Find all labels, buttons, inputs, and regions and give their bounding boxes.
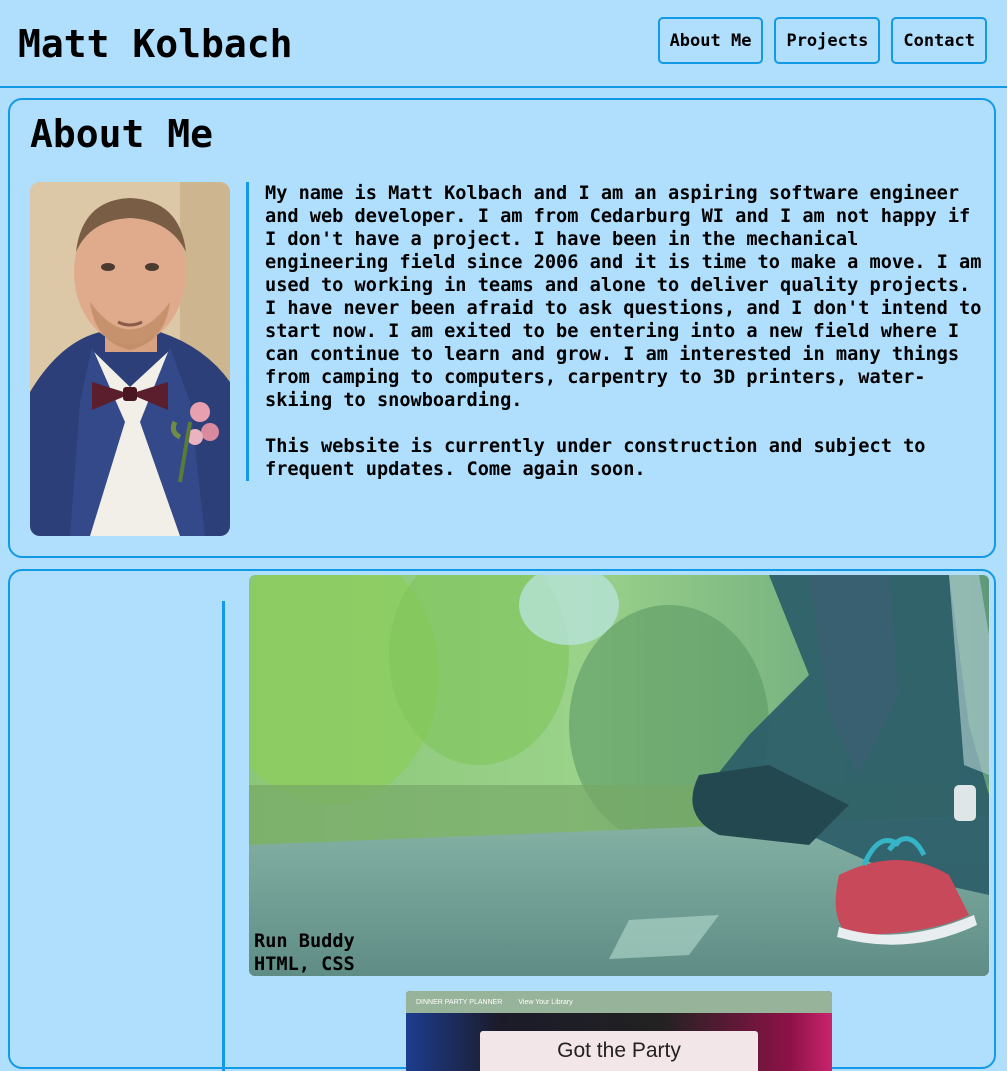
profile-photo-illustration bbox=[30, 182, 230, 536]
dinner-party-navbar: DINNER PARTY PLANNER View Your Library bbox=[406, 991, 832, 1013]
dinner-party-nav-link: View Your Library bbox=[518, 998, 573, 1006]
projects-section: Run Buddy HTML, CSS DINNER PARTY PLANNER… bbox=[8, 569, 996, 1071]
project-card-run-buddy[interactable]: Run Buddy HTML, CSS bbox=[249, 575, 989, 976]
run-buddy-screenshot bbox=[249, 575, 989, 976]
about-text: My name is Matt Kolbach and I am an aspi… bbox=[246, 182, 986, 481]
about-paragraph: This website is currently under construc… bbox=[265, 436, 926, 480]
profile-photo bbox=[30, 182, 230, 536]
about-paragraph: My name is Matt Kolbach and I am an aspi… bbox=[265, 183, 982, 411]
dinner-party-heading-box: Got the Party bbox=[480, 1031, 758, 1071]
main-nav: About Me Projects Contact bbox=[657, 17, 987, 64]
run-buddy-caption: Run Buddy HTML, CSS bbox=[254, 930, 355, 976]
dinner-party-nav-title: DINNER PARTY PLANNER bbox=[416, 998, 503, 1006]
about-section: About Me My name is Matt Kolbach and I a… bbox=[8, 98, 996, 558]
dinner-party-heading: Got the Party bbox=[557, 1039, 681, 1062]
project-tech: HTML, CSS bbox=[254, 954, 355, 975]
dinner-party-hero: Got the Party bbox=[406, 1013, 832, 1071]
site-header: Matt Kolbach About Me Projects Contact bbox=[0, 0, 1007, 88]
projects-divider bbox=[222, 601, 225, 1071]
project-title: Run Buddy bbox=[254, 931, 355, 952]
nav-projects-button[interactable]: Projects bbox=[774, 17, 881, 64]
nav-contact-button[interactable]: Contact bbox=[891, 17, 987, 64]
site-title: Matt Kolbach bbox=[18, 22, 293, 66]
nav-about-me-button[interactable]: About Me bbox=[657, 17, 764, 64]
project-card-dinner-party-planner[interactable]: DINNER PARTY PLANNER View Your Library G… bbox=[406, 991, 832, 1071]
about-heading: About Me bbox=[30, 112, 214, 156]
